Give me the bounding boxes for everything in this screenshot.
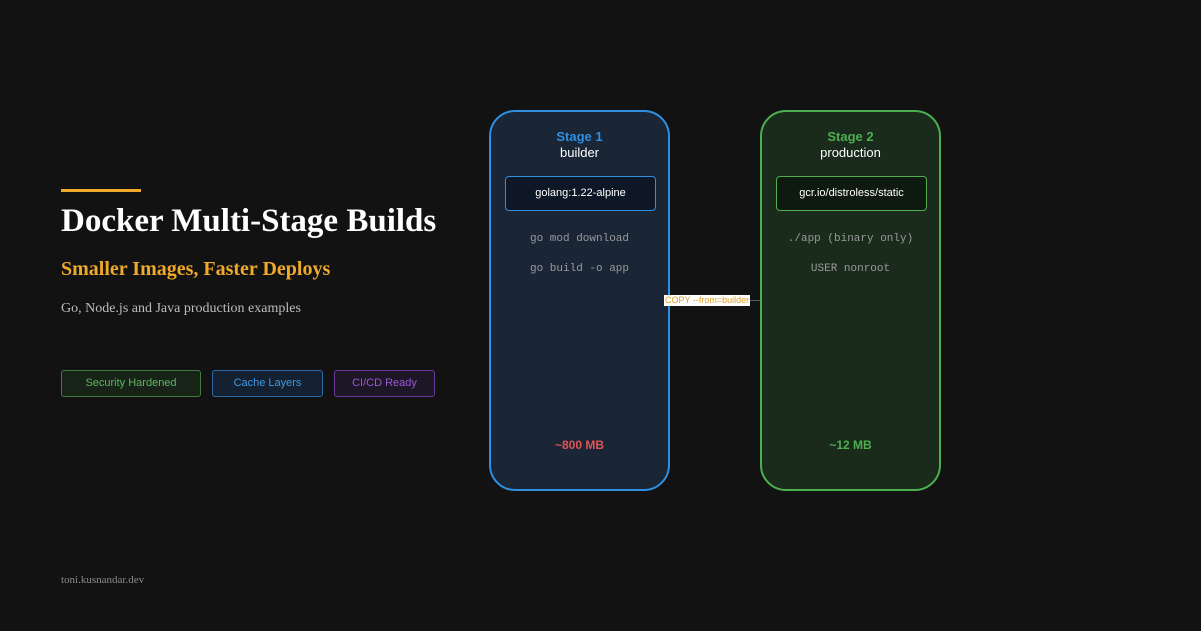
stage-builder-box: Stage 1 builder golang:1.22-alpine go mo…	[489, 110, 670, 491]
image-size: ~800 MB	[554, 438, 605, 452]
stage-number: Stage 2	[827, 129, 874, 144]
stage-production-box: Stage 2 production gcr.io/distroless/sta…	[760, 110, 941, 491]
badge-cache-layers: Cache Layers	[212, 370, 323, 397]
stage-name: builder	[559, 145, 600, 160]
badge-security-hardened: Security Hardened	[61, 370, 201, 397]
page-subtitle: Smaller Images, Faster Deploys	[61, 258, 331, 280]
base-image: gcr.io/distroless/static	[776, 176, 927, 211]
image-size: ~12 MB	[829, 438, 872, 452]
stage-command: ./app (binary only)	[787, 233, 914, 245]
stage-command: go mod download	[529, 233, 630, 245]
page-description: Go, Node.js and Java production examples	[61, 301, 301, 316]
badge-cicd-ready: CI/CD Ready	[334, 370, 435, 397]
stage-command: go build -o app	[529, 263, 630, 275]
page-title: Docker Multi-Stage Builds	[61, 203, 437, 239]
footer-url: toni.kusnandar.dev	[61, 574, 145, 586]
accent-bar	[61, 189, 141, 192]
stage-number: Stage 1	[556, 129, 603, 144]
base-image: golang:1.22-alpine	[505, 176, 656, 211]
copy-label: COPY --from=builder	[664, 295, 751, 306]
stage-command: USER nonroot	[810, 263, 891, 275]
stage-name: production	[820, 145, 881, 160]
